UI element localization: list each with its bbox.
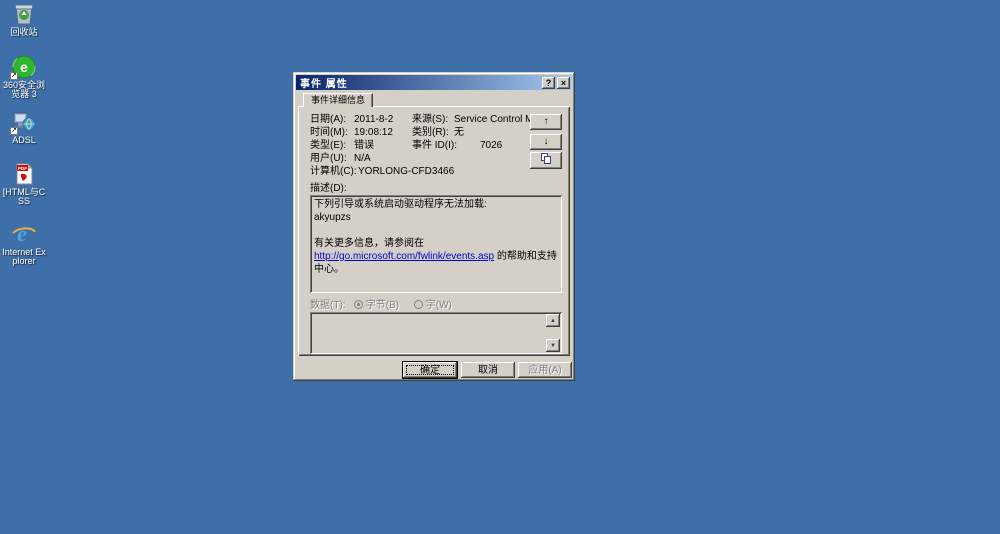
desktop-icon-label: ADSL — [12, 135, 36, 145]
radio-words[interactable]: 字(W) — [414, 300, 452, 311]
computer-label: 计算机(C): — [310, 166, 357, 177]
radio-words-label: 字(W) — [425, 300, 452, 311]
user-value: N/A — [354, 153, 371, 164]
shortcut-arrow-icon: ➚ — [10, 127, 18, 135]
desktop: { "desktop": { "background_color": "#3F6… — [0, 0, 1000, 534]
data-label: 数据(T): — [310, 300, 346, 311]
svg-text:e: e — [20, 59, 28, 75]
description-text-box[interactable]: 下列引导或系统启动驱动程序无法加载: akyupzs 有关更多信息，请参阅在 h… — [310, 195, 562, 293]
date-value: 2011-8-2 — [354, 114, 394, 125]
desktop-icon-360-browser[interactable]: e ➚ 360安全浏览器 3 — [0, 55, 48, 99]
360-browser-icon: e ➚ — [10, 55, 37, 80]
source-label: 来源(S): — [412, 114, 449, 125]
desktop-icon-internet-explorer[interactable]: e Internet Explorer — [0, 221, 48, 266]
svg-text:e: e — [17, 221, 27, 246]
data-text-box[interactable]: ▲ ▼ — [310, 312, 562, 354]
date-label: 日期(A): — [310, 114, 347, 125]
cancel-button[interactable]: 取消 — [461, 362, 515, 378]
pdf-file-icon: PDF — [11, 162, 37, 186]
previous-event-button[interactable]: ↑ — [530, 114, 562, 130]
event-properties-dialog: 事件 属性 ? × 事件详细信息 日期(A): 2011-8-2 来源(S): … — [293, 72, 575, 381]
copy-icon — [540, 152, 552, 164]
ok-button[interactable]: 确定 — [403, 362, 457, 378]
adsl-connection-icon: ➚ — [10, 110, 37, 135]
svg-text:PDF: PDF — [18, 166, 27, 171]
description-label: 描述(D): — [310, 183, 347, 194]
desktop-icon-label: Internet Explorer — [2, 247, 46, 266]
dialog-title: 事件 属性 — [300, 79, 348, 90]
radio-bytes-icon — [354, 300, 363, 309]
radio-bytes[interactable]: 字节(B) — [354, 300, 399, 311]
recycle-bin-icon — [11, 2, 37, 26]
scroll-down-button[interactable]: ▼ — [546, 339, 560, 352]
description-line-1: 下列引导或系统启动驱动程序无法加载: — [314, 199, 487, 210]
event-id-label: 事件 ID(I): — [412, 140, 457, 151]
category-value: 无 — [454, 127, 464, 138]
apply-button[interactable]: 应用(A) — [518, 362, 572, 378]
scroll-up-button[interactable]: ▲ — [546, 314, 560, 327]
data-scrollbar[interactable]: ▲ ▼ — [546, 314, 560, 352]
description-line-3: 有关更多信息，请参阅在 — [314, 238, 424, 249]
next-event-button[interactable]: ↓ — [530, 134, 562, 150]
desktop-icon-adsl[interactable]: ➚ ADSL — [0, 110, 48, 145]
desktop-icon-label: 回收站 — [10, 27, 38, 37]
type-value: 错误 — [354, 140, 374, 151]
description-line-4: http://go.microsoft.com/fwlink/events.as… — [314, 250, 558, 276]
category-label: 类别(R): — [412, 127, 449, 138]
desktop-icon-pdf[interactable]: PDF [HTML与CSS — [0, 162, 48, 206]
user-label: 用户(U): — [310, 153, 347, 164]
computer-value: YORLONG-CFD3466 — [358, 166, 455, 177]
help-button[interactable]: ? — [542, 76, 555, 89]
type-label: 类型(E): — [310, 140, 347, 151]
desktop-icon-label: [HTML与CSS — [2, 187, 46, 206]
desktop-icon-recycle-bin[interactable]: 回收站 — [0, 2, 48, 37]
down-arrow-icon: ↓ — [543, 136, 549, 147]
up-arrow-icon: ↑ — [543, 116, 549, 127]
description-line-2: akyupzs — [314, 212, 351, 223]
copy-event-button[interactable] — [530, 152, 562, 169]
tab-event-details[interactable]: 事件详细信息 — [303, 93, 374, 107]
source-value: Service Control M — [454, 114, 534, 125]
tab-content-panel: 日期(A): 2011-8-2 来源(S): Service Control M… — [298, 106, 570, 356]
radio-bytes-label: 字节(B) — [365, 300, 400, 311]
internet-explorer-icon: e — [11, 221, 37, 246]
close-button[interactable]: × — [557, 76, 570, 89]
event-id-value: 7026 — [480, 140, 503, 151]
dialog-titlebar[interactable]: 事件 属性 ? × — [296, 75, 572, 90]
time-value: 19:08:12 — [354, 127, 393, 138]
radio-words-icon — [414, 300, 423, 309]
time-label: 时间(M): — [310, 127, 348, 138]
shortcut-arrow-icon: ➚ — [10, 72, 18, 80]
events-help-link[interactable]: http://go.microsoft.com/fwlink/events.as… — [314, 251, 494, 262]
desktop-icon-label: 360安全浏览器 3 — [2, 80, 46, 99]
